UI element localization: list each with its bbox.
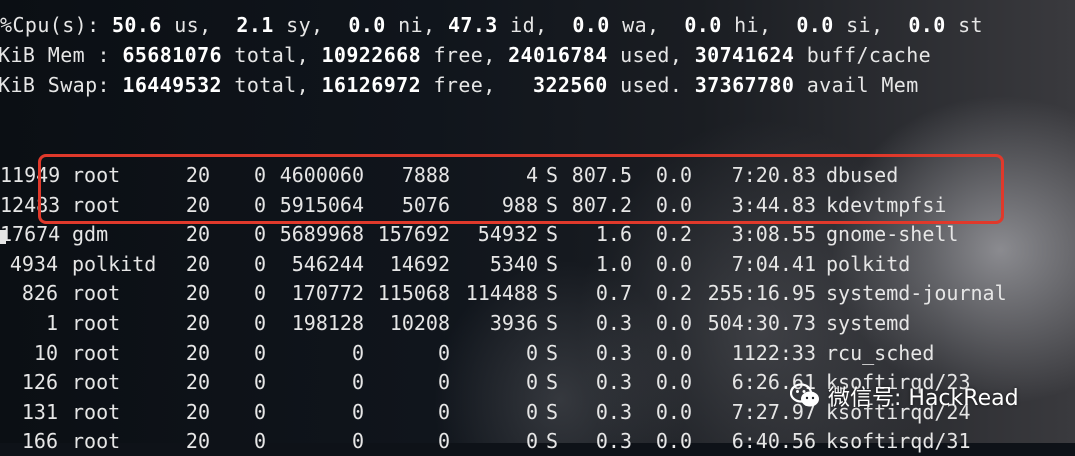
shr-cell: 0: [525, 429, 538, 454]
process-row: 826 root 20 0 170772 115068 114488 S 0.7 0.2 255:1…: [0, 278, 1075, 308]
pid-cell: 826: [21, 281, 58, 306]
command-cell: systemd-journal: [826, 281, 1007, 306]
virt-cell: 0: [351, 399, 364, 424]
state-cell: S: [546, 251, 559, 276]
user-cell: root: [72, 340, 121, 365]
nice-cell: 0: [253, 251, 266, 276]
res-cell: 0: [437, 370, 450, 395]
virt-cell: 0: [351, 370, 364, 395]
nice-cell: 0: [253, 340, 266, 365]
time-cell: 7:04.41: [731, 251, 816, 276]
virt-cell: 546244: [291, 251, 364, 276]
res-cell: 0: [437, 429, 450, 454]
process-row: 4934 polkitd 20 0 546244 14692 5340 S 1.0 0.0 7:04…: [0, 249, 1075, 279]
state-cell: S: [546, 399, 559, 424]
shr-cell: 114488: [465, 281, 538, 306]
nice-cell: 0: [253, 429, 266, 454]
mem-cell: 0.0: [655, 429, 692, 454]
command-cell: ksoftirqd/31: [826, 429, 971, 454]
process-row: 10 root 20 0 0 0 0 S 0.3 0.0 1122:33 rcu_sched: [0, 338, 1075, 368]
priority-cell: 20: [185, 399, 210, 424]
shr-cell: 0: [525, 340, 538, 365]
res-cell: 14692: [389, 251, 450, 276]
priority-cell: 20: [185, 281, 210, 306]
state-cell: S: [546, 429, 559, 454]
state-cell: S: [546, 281, 559, 306]
terminal-output: %Cpu(s): 50.6 us, 2.1 sy, 0.0 ni, 47.3 i…: [0, 0, 1075, 453]
priority-cell: 20: [185, 370, 210, 395]
mem-cell: 0.2: [655, 281, 692, 306]
shr-cell: 0: [525, 370, 538, 395]
res-cell: 10208: [389, 311, 450, 335]
mem-cell: 0.0: [655, 399, 692, 424]
cpu-cell: 0.3: [595, 311, 632, 335]
process-row: 166 root 20 0 0 0 0 S 0.3 0.0 6:40.56 ksoftirqd/31: [0, 426, 1075, 456]
user-cell: root: [72, 399, 121, 424]
res-cell: 115068: [377, 281, 450, 306]
nice-cell: 0: [253, 370, 266, 395]
virt-cell: 198128: [291, 311, 364, 335]
cpu-cell: 1.0: [595, 251, 632, 276]
cpu-cell: 0.3: [595, 429, 632, 454]
user-cell: root: [72, 370, 121, 395]
priority-cell: 20: [185, 251, 210, 276]
pid-cell: 4934: [9, 251, 58, 276]
res-cell: 0: [437, 340, 450, 365]
nice-cell: 0: [253, 399, 266, 424]
virt-cell: 0: [351, 340, 364, 365]
state-cell: S: [546, 340, 559, 365]
pid-cell: 1: [45, 311, 58, 335]
time-cell: 1122:33: [731, 340, 816, 365]
priority-cell: 20: [185, 340, 210, 365]
nice-cell: 0: [253, 311, 266, 335]
shr-cell: 5340: [489, 251, 538, 276]
priority-cell: 20: [185, 311, 210, 335]
state-cell: S: [546, 311, 559, 335]
nice-cell: 0: [253, 281, 266, 306]
user-cell: root: [72, 311, 121, 335]
res-cell: 0: [437, 399, 450, 424]
mem-cell: 0.0: [655, 251, 692, 276]
watermark: 微信号: HackRead: [789, 378, 1019, 414]
cpu-summary-line: %Cpu(s): 50.6 us, 2.1 sy, 0.0 ni, 47.3 i…: [0, 13, 983, 37]
state-cell: S: [546, 370, 559, 395]
priority-cell: 20: [185, 429, 210, 454]
pid-cell: 131: [21, 399, 58, 424]
mem-summary-line: KiB Mem : 65681076 total, 10922668 free,…: [0, 43, 932, 67]
swap-summary-line: KiB Swap: 16449532 total, 16126972 free,…: [0, 73, 919, 97]
time-cell: 504:30.73: [707, 311, 816, 335]
watermark-text: 微信号: HackRead: [828, 386, 1019, 411]
command-cell: rcu_sched: [826, 340, 935, 365]
user-cell: root: [72, 429, 121, 454]
command-cell: systemd: [826, 311, 911, 335]
shr-cell: 3936: [489, 311, 538, 335]
cpu-cell: 0.3: [595, 340, 632, 365]
cpu-cell: 0.3: [595, 399, 632, 424]
time-cell: 6:40.56: [731, 429, 816, 454]
mem-cell: 0.0: [655, 311, 692, 335]
virt-cell: 0: [351, 429, 364, 454]
cpu-cell: 0.3: [595, 370, 632, 395]
process-row: 1 root 20 0 198128 10208 3936 S 0.3 0.0 504:30.73 s…: [0, 308, 1075, 338]
user-cell: polkitd: [72, 251, 157, 276]
command-cell: polkitd: [826, 251, 911, 276]
suspicious-process-highlight: [38, 154, 1004, 224]
pid-cell: 10: [33, 340, 58, 365]
mem-cell: 0.0: [655, 370, 692, 395]
wechat-icon: [789, 383, 820, 409]
pid-cell: 166: [21, 429, 58, 454]
mem-cell: 0.0: [655, 340, 692, 365]
time-cell: 255:16.95: [707, 281, 816, 306]
pid-cell: 126: [21, 370, 58, 395]
virt-cell: 170772: [291, 281, 364, 306]
shr-cell: 0: [525, 399, 538, 424]
cpu-cell: 0.7: [595, 281, 632, 306]
user-cell: root: [72, 281, 121, 306]
